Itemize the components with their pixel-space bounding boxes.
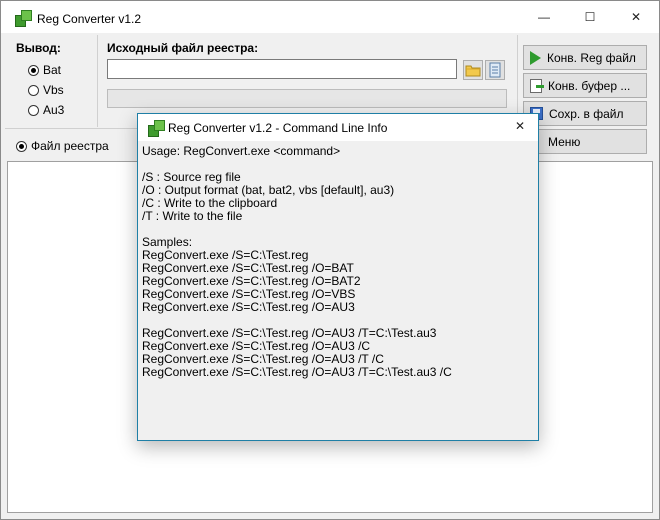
radio-bat[interactable]	[28, 64, 39, 76]
mode-option-label: Файл реестра	[31, 139, 109, 153]
dialog-close-button[interactable]: ✕	[502, 111, 538, 141]
output-option-vbs[interactable]: Vbs	[28, 82, 64, 98]
menu-button[interactable]: ≡ Меню	[523, 129, 647, 154]
output-group-separator	[97, 35, 98, 127]
output-option-label: Vbs	[43, 83, 64, 97]
window-title: Reg Converter v1.2	[37, 12, 142, 26]
convert-reg-label: Конв. Reg файл	[547, 50, 636, 65]
output-option-label: Au3	[43, 103, 65, 117]
maximize-button[interactable]: ☐	[567, 1, 613, 33]
play-icon	[530, 50, 541, 65]
close-icon: ✕	[514, 119, 526, 133]
dialog-line: /T : Write to the file	[142, 209, 243, 223]
dialog-title: Reg Converter v1.2 - Command Line Info	[168, 121, 388, 135]
radio-reg-file[interactable]	[16, 140, 27, 152]
output-option-label: Bat	[43, 63, 62, 77]
title-bar[interactable]: Reg Converter v1.2 — ☐ ✕	[1, 1, 659, 33]
save-file-button[interactable]: Сохр. в файл	[523, 101, 647, 126]
dialog-line: RegConvert.exe /S=C:\Test.reg /O=AU3 /T=…	[142, 365, 452, 379]
output-label: Вывод:	[16, 41, 61, 55]
app-icon	[148, 120, 165, 137]
minimize-button[interactable]: —	[521, 1, 567, 33]
radio-vbs[interactable]	[28, 84, 39, 96]
app-icon	[15, 10, 32, 27]
dialog-line: Usage: RegConvert.exe <command>	[142, 144, 341, 158]
convert-reg-button[interactable]: Конв. Reg файл	[523, 45, 647, 70]
menu-label: Меню	[548, 134, 581, 149]
radio-au3[interactable]	[28, 104, 39, 116]
output-option-bat[interactable]: Bat	[28, 62, 61, 78]
clipboard-icon	[530, 78, 544, 93]
dialog-title-bar[interactable]: Reg Converter v1.2 - Command Line Info ✕	[138, 114, 538, 141]
close-icon: ✕	[630, 10, 642, 24]
folder-icon	[465, 65, 481, 77]
close-button[interactable]: ✕	[613, 1, 659, 33]
save-file-label: Сохр. в файл	[549, 106, 624, 121]
browse-button[interactable]	[463, 60, 483, 80]
convert-clipboard-label: Конв. буфер ...	[548, 78, 631, 93]
dialog-line	[142, 223, 534, 236]
open-notepad-button[interactable]	[485, 60, 505, 80]
maximize-icon: ☐	[584, 10, 596, 24]
source-file-label: Исходный файл реестра:	[107, 41, 259, 55]
convert-clipboard-button[interactable]: Конв. буфер ...	[523, 73, 647, 98]
command-line-info-dialog: Reg Converter v1.2 - Command Line Info ✕…	[137, 113, 539, 441]
source-file-input[interactable]	[107, 59, 457, 79]
output-option-au3[interactable]: Au3	[28, 102, 64, 118]
minimize-icon: —	[538, 10, 550, 24]
dialog-line: RegConvert.exe /S=C:\Test.reg /O=AU3	[142, 300, 355, 314]
notepad-icon	[489, 62, 501, 78]
mode-option-reg-file[interactable]: Файл реестра	[16, 138, 109, 154]
progress-bar	[107, 89, 507, 108]
dialog-text-area[interactable]: Usage: RegConvert.exe <command> /S : Sou…	[142, 142, 534, 438]
